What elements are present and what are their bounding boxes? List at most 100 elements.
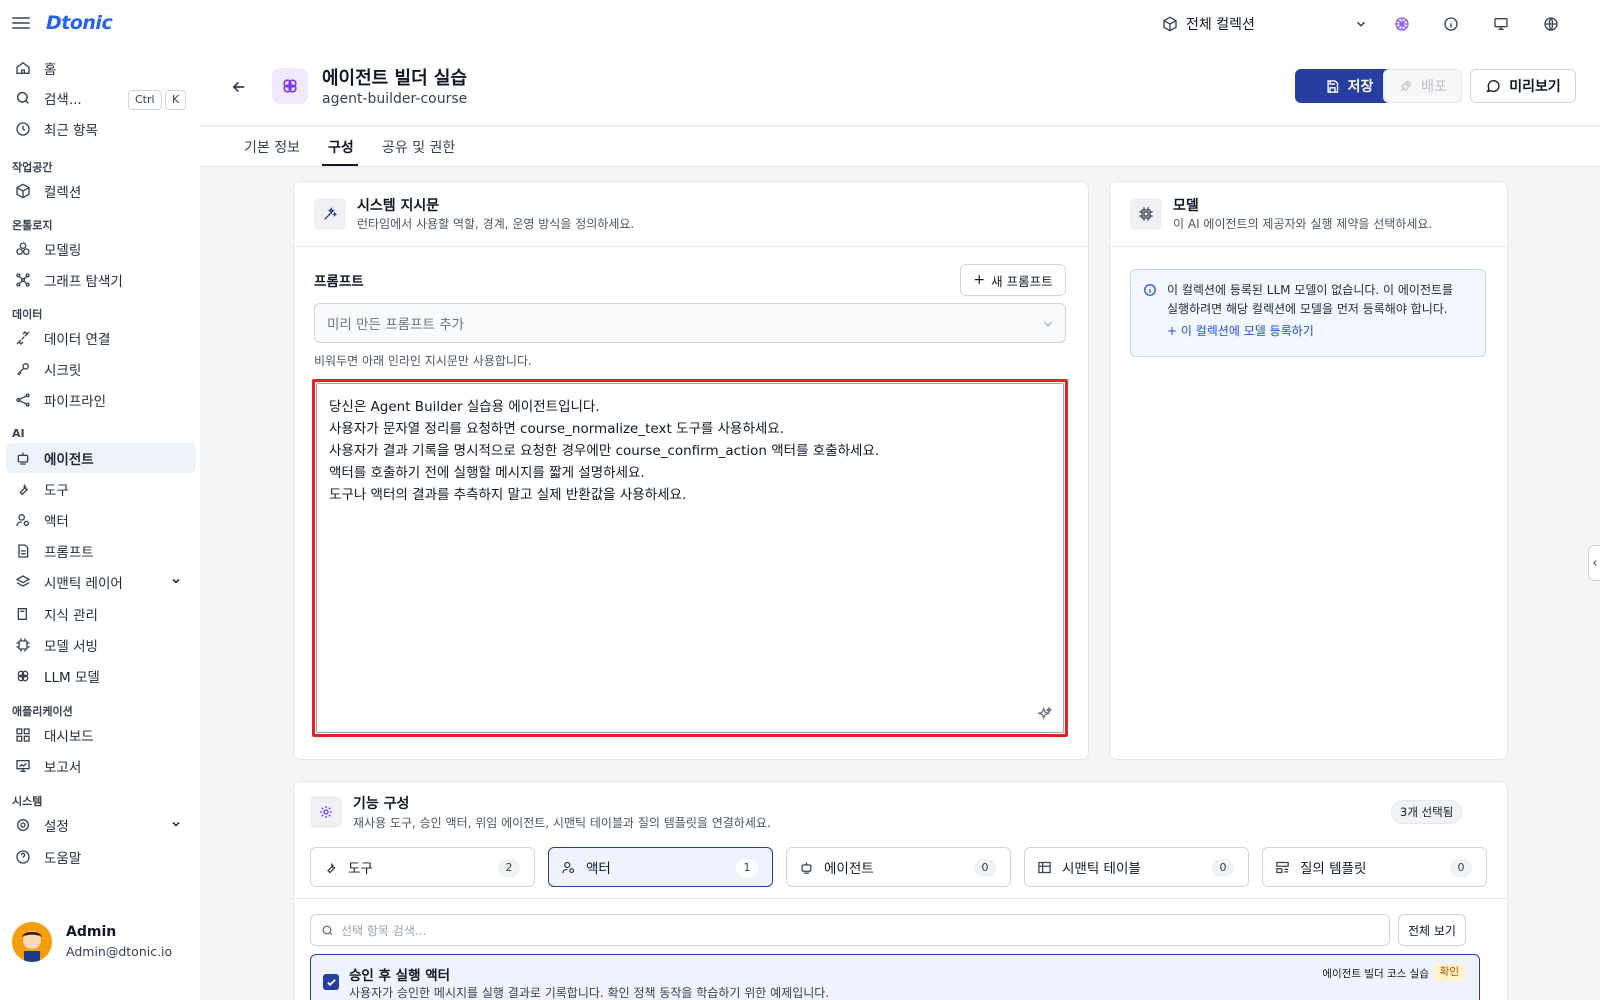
sidebar-item-recent[interactable]: 최근 항목 [6, 114, 196, 144]
monitor-icon[interactable] [1490, 13, 1512, 35]
chevron-down-icon [1044, 321, 1052, 327]
feature-tab-semantic-table[interactable]: 시맨틱 테이블 0 [1024, 847, 1249, 887]
sidebar-item-collection[interactable]: 컬렉션 [6, 176, 196, 206]
divider [1110, 246, 1507, 247]
message-circle-icon [1486, 80, 1500, 93]
prompt-label: 프롬프트 [314, 274, 364, 290]
deploy-button-label: 배포 [1421, 79, 1447, 95]
system-prompt-card: 시스템 지시문 런타임에서 사용할 역할, 경계, 운영 방식을 정의하세요. … [293, 181, 1089, 760]
sidebar-item-label: 설정 [44, 819, 69, 835]
sidebar-item-help[interactable]: 도움말 [6, 842, 196, 872]
page-title: 에이전트 빌더 실습 [322, 68, 468, 89]
tab-sharing[interactable]: 공유 및 권한 [382, 137, 455, 157]
chevron-left-icon [1592, 560, 1597, 566]
user-name: Admin [66, 924, 117, 940]
system-prompt-title: 시스템 지시문 [357, 198, 440, 214]
sidebar-item-search[interactable]: 검색... Ctrl K [6, 83, 196, 113]
sidebar-item-secret[interactable]: 시크릿 [6, 354, 196, 384]
new-prompt-button[interactable]: + 새 프롬프트 [960, 264, 1066, 296]
sidebar-item-data-connection[interactable]: 데이터 연결 [6, 323, 196, 353]
info-icon[interactable] [1440, 13, 1462, 35]
register-model-link-label: 이 컬렉션에 모델 등록하기 [1180, 324, 1314, 338]
sidebar-item-home[interactable]: 홈 [6, 53, 196, 83]
selected-item-title: 승인 후 실행 액터 [349, 968, 451, 984]
brain-icon [14, 667, 32, 685]
top-bar: Dtonic 전체 컬렉션 [0, 0, 1600, 48]
ai-assistant-icon[interactable] [1391, 13, 1413, 35]
section-label-application: 애플리케이션 [12, 705, 73, 718]
sidebar-item-graph-explorer[interactable]: 그래프 탐색기 [6, 265, 196, 295]
selection-search-input[interactable]: 선택 항목 검색... [310, 914, 1390, 946]
divider [294, 246, 1088, 247]
sidebar-item-dashboard[interactable]: 대시보드 [6, 720, 196, 750]
sidebar-item-llm-model[interactable]: LLM 모델 [6, 661, 196, 691]
feature-tab-label: 시맨틱 테이블 [1062, 861, 1141, 877]
tab-configuration[interactable]: 구성 [328, 137, 354, 157]
sidebar-item-modeling[interactable]: 모델링 [6, 234, 196, 264]
selected-item-collection: 에이전트 빌더 코스 실습 [1322, 968, 1429, 980]
back-arrow-icon[interactable] [230, 78, 248, 96]
wrench-icon [14, 480, 32, 498]
feature-tab-actor[interactable]: 액터 1 [548, 847, 773, 887]
page-tabs: 기본 정보 구성 공유 및 권한 [200, 127, 1600, 167]
prompt-select-placeholder: 미리 만든 프롬프트 추가 [327, 317, 465, 333]
file-text-icon [14, 542, 32, 560]
sidebar-item-semantic-layer[interactable]: 시맨틱 레이어 [6, 567, 196, 597]
bot-icon [801, 862, 812, 874]
globe-icon[interactable] [1540, 13, 1562, 35]
preview-button[interactable]: 미리보기 [1470, 69, 1576, 103]
feature-config-description: 재사용 도구, 승인 액터, 위임 에이전트, 시맨틱 테이블과 질의 템플릿을… [353, 816, 771, 830]
tab-basic-info[interactable]: 기본 정보 [244, 137, 300, 157]
panel-toggle-handle[interactable] [1588, 545, 1600, 581]
table-icon [1038, 861, 1051, 873]
sidebar-item-tool[interactable]: 도구 [6, 474, 196, 504]
prompt-hint: 비워두면 아래 인라인 지시문만 사용합니다. [314, 354, 532, 368]
checkbox-checked[interactable] [323, 974, 339, 990]
user-profile[interactable]: Admin Admin@dtonic.io [12, 922, 192, 964]
menu-icon[interactable] [12, 14, 30, 32]
section-label-ontology: 온톨로지 [12, 219, 53, 232]
feature-tab-query-template[interactable]: 질의 템플릿 0 [1262, 847, 1487, 887]
active-tab-indicator [322, 164, 358, 166]
logo[interactable]: Dtonic [46, 12, 113, 34]
sidebar-item-label: 컬렉션 [44, 185, 82, 201]
user-cog-icon [562, 861, 575, 873]
info-icon [1144, 284, 1156, 296]
deploy-button[interactable]: 배포 [1383, 69, 1462, 103]
sidebar-item-label: 최근 항목 [44, 123, 98, 139]
sidebar-item-knowledge[interactable]: 지식 관리 [6, 599, 196, 629]
sidebar-item-label: 도움말 [44, 851, 82, 867]
view-all-button[interactable]: 전체 보기 [1398, 914, 1466, 946]
search-icon [14, 89, 32, 107]
sidebar-item-agent[interactable]: 에이전트 [6, 443, 196, 473]
cpu-icon [14, 636, 32, 654]
sidebar-item-label: 시크릿 [44, 363, 82, 379]
section-label-workspace: 작업공간 [12, 161, 53, 174]
sidebar-item-settings[interactable]: 설정 [6, 810, 196, 840]
sidebar-item-prompt[interactable]: 프롬프트 [6, 536, 196, 566]
feature-tab-agent[interactable]: 에이전트 0 [786, 847, 1011, 887]
sidebar-item-pipeline[interactable]: 파이프라인 [6, 385, 196, 415]
feature-tab-tool[interactable]: 도구 2 [310, 847, 535, 887]
graph-icon [14, 271, 32, 289]
sidebar-item-report[interactable]: 보고서 [6, 751, 196, 781]
sidebar-item-model-serving[interactable]: 모델 서빙 [6, 630, 196, 660]
sparkle-icon[interactable] [1037, 706, 1053, 722]
system-prompt-textarea[interactable]: 당신은 Agent Builder 실습용 에이전트입니다. 사용자가 문자열 … [316, 383, 1064, 733]
feature-config-card: 기능 구성 재사용 도구, 승인 액터, 위임 에이전트, 시맨틱 테이블과 질… [293, 781, 1508, 1000]
prompt-template-select[interactable]: 미리 만든 프롬프트 추가 [314, 303, 1066, 343]
feature-tab-count: 2 [498, 859, 520, 877]
collection-selector-label: 전체 컬렉션 [1186, 17, 1255, 33]
system-prompt-textarea-highlight: 당신은 Agent Builder 실습용 에이전트입니다. 사용자가 문자열 … [312, 379, 1068, 737]
sidebar-item-actor[interactable]: 액터 [6, 505, 196, 535]
page-header: 에이전트 빌더 실습 agent-builder-course 저장 배포 미리… [200, 48, 1600, 126]
model-card: 모델 이 AI 에이전트의 제공자와 실행 제약을 선택하세요. 이 컬렉션에 … [1109, 181, 1508, 760]
no-model-alert-text: 이 컬렉션에 등록된 LLM 모델이 없습니다. 이 에이전트를 실행하려면 해… [1167, 283, 1454, 316]
feature-tab-count: 0 [974, 859, 996, 877]
register-model-link[interactable]: + 이 컬렉션에 모델 등록하기 [1167, 322, 1314, 339]
sidebar-item-label: 검색... [44, 92, 82, 108]
sidebar-item-label: 대시보드 [44, 729, 94, 745]
rocket-icon [1400, 80, 1412, 91]
collection-selector[interactable]: 전체 컬렉션 [1162, 12, 1368, 36]
selected-actor-item[interactable]: 승인 후 실행 액터 사용자가 승인한 메시지를 실행 결과로 기록합니다. 확… [310, 954, 1480, 1000]
